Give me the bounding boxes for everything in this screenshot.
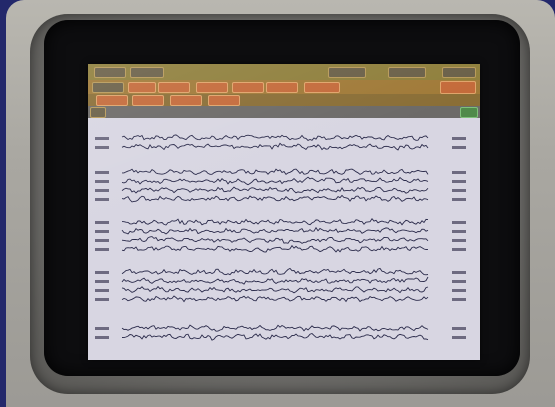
eeg-traces xyxy=(121,134,429,341)
eeg-trace-channel-16 xyxy=(121,332,429,341)
eeg-trace-channel-4 xyxy=(121,176,429,186)
eeg-trace-channel-2 xyxy=(121,142,429,151)
eeg-trace-channel-6 xyxy=(121,194,429,203)
eeg-trace-channel-9 xyxy=(121,236,429,244)
eeg-trace-channel-5 xyxy=(121,186,429,194)
eeg-trace-channel-15 xyxy=(121,324,429,332)
eeg-trace-channel-10 xyxy=(121,244,429,253)
monitor-photo xyxy=(0,0,555,407)
eeg-trace-channel-1 xyxy=(121,134,429,141)
eeg-trace-channel-12 xyxy=(121,276,429,285)
eeg-trace-channel-14 xyxy=(121,295,429,303)
eeg-trace-channel-7 xyxy=(121,217,429,226)
eeg-trace-channel-3 xyxy=(122,168,429,176)
eeg-trace-channel-8 xyxy=(121,226,429,235)
eeg-trace-channel-13 xyxy=(121,285,429,294)
eeg-trace-channel-11 xyxy=(121,267,429,276)
